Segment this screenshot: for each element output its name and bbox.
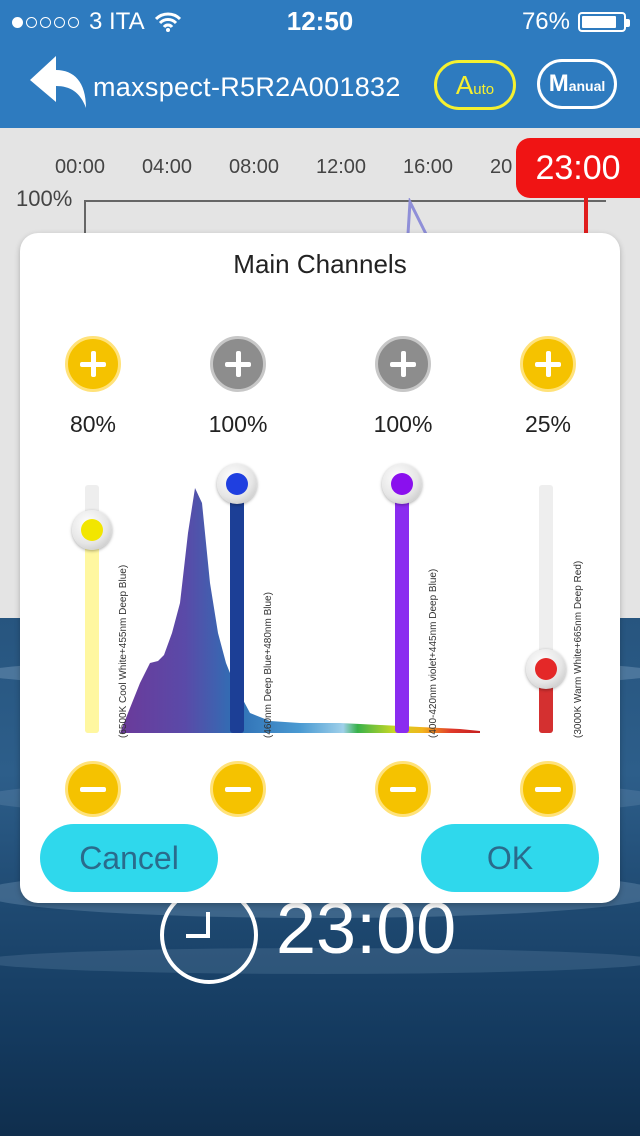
channel-4-label: (3000K Warm White+665nm Deep Red) (573, 560, 584, 738)
channel-4-percent: 25% (524, 411, 572, 437)
channel-3-increase-button[interactable] (375, 336, 431, 392)
channel-2-slider-knob[interactable] (217, 464, 257, 504)
time-tick: 08:00 (229, 156, 280, 178)
light-spectrum-graphic (120, 488, 480, 733)
channel-1-decrease-button[interactable] (65, 761, 121, 817)
current-time-badge[interactable]: 23:00 (516, 138, 640, 198)
main-channels-dialog: Main Channels 80% 100% 100% 25% (6500K C… (20, 233, 620, 903)
channel-2-increase-button[interactable] (210, 336, 266, 392)
channel-2-decrease-button[interactable] (210, 761, 266, 817)
back-arrow-icon[interactable] (26, 50, 92, 116)
auto-label-initial: A (455, 70, 474, 100)
channel-3-slider-track[interactable] (395, 485, 409, 733)
channel-2-label: (460nm Deep Blue+480nm Blue) (263, 592, 274, 738)
channel-1-increase-button[interactable] (65, 336, 121, 392)
channel-2-slider-track[interactable] (230, 485, 244, 733)
battery-percent: 76% (521, 8, 570, 35)
y-max-label: 100% (16, 186, 73, 211)
ok-button[interactable]: OK (421, 824, 599, 892)
channel-1-label: (6500K Cool White+455nm Deep Blue) (118, 564, 129, 738)
auto-label-rest: uto (473, 81, 495, 98)
time-tick: 16:00 (403, 156, 454, 178)
dialog-title: Main Channels (233, 249, 407, 279)
manual-label-initial: M (548, 70, 569, 97)
status-right: 76% (521, 8, 630, 36)
channel-4-decrease-button[interactable] (520, 761, 576, 817)
time-tick: 00:00 (55, 156, 106, 178)
channel-1-slider-knob[interactable] (72, 510, 112, 550)
device-title: maxspect-R5R2A001832 (93, 72, 401, 102)
time-tick: 04:00 (142, 156, 193, 178)
channel-4-increase-button[interactable] (520, 336, 576, 392)
channel-1-percent: 80% (69, 411, 117, 437)
channel-3-decrease-button[interactable] (375, 761, 431, 817)
manual-label-rest: anual (568, 78, 606, 94)
schedule-curve (406, 198, 428, 235)
cancel-button[interactable]: Cancel (40, 824, 218, 892)
time-tick: 12:00 (316, 156, 367, 178)
channel-3-percent: 100% (373, 411, 433, 437)
manual-mode-button[interactable]: Manual (537, 59, 617, 109)
channel-3-slider-knob[interactable] (382, 464, 422, 504)
status-bar: 3 ITA 12:50 76% (0, 0, 640, 42)
channel-2-percent: 100% (208, 411, 268, 437)
auto-mode-button[interactable]: Auto (434, 60, 516, 110)
battery-icon (578, 12, 630, 32)
channel-3-label: (400-420nm violet+445nm Deep Blue) (428, 568, 439, 738)
channel-1-slider-fill (85, 533, 99, 733)
time-tick: 20 (490, 156, 513, 178)
channel-4-slider-knob[interactable] (526, 649, 566, 689)
nav-bar: maxspect-R5R2A001832 Auto Manual (0, 42, 640, 128)
